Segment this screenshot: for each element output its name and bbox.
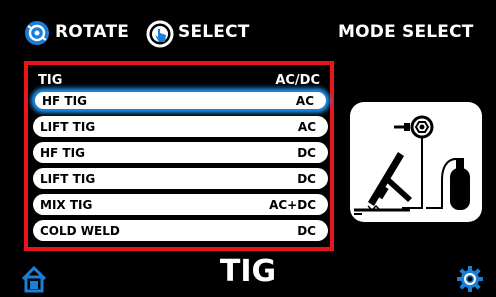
menu-item-label: COLD WELD xyxy=(40,223,120,238)
menu-item-value: DC xyxy=(297,223,316,238)
mode-select-title: MODE SELECT xyxy=(338,22,474,42)
menu-item-cold-weld[interactable]: COLD WELD DC xyxy=(33,220,328,241)
menu-item-value: DC xyxy=(297,171,316,186)
menu-item-value: AC xyxy=(297,119,316,134)
menu-item-label: HF TIG xyxy=(42,93,87,108)
menu-item-label: LIFT TIG xyxy=(40,119,96,134)
menu-item-lift-tig-ac[interactable]: LIFT TIG AC xyxy=(33,116,328,137)
tig-setup-illustration xyxy=(350,102,482,222)
rotate-knob-icon xyxy=(24,20,50,46)
menu-item-value: AC xyxy=(295,93,314,108)
press-knob-icon xyxy=(146,20,174,48)
menu-item-hf-tig-ac[interactable]: HF TIG AC xyxy=(33,90,328,111)
menu-header: TIG AC/DC xyxy=(38,72,320,88)
select-label: SELECT xyxy=(178,22,250,42)
menu-item-label: LIFT TIG xyxy=(40,171,96,186)
menu-header-polarity: AC/DC xyxy=(275,72,320,88)
menu-item-label: MIX TIG xyxy=(40,197,93,212)
mode-menu: TIG AC/DC HF TIG AC LIFT TIG AC HF TIG D… xyxy=(24,61,334,251)
menu-item-label: HF TIG xyxy=(40,145,85,160)
menu-item-hf-tig-dc[interactable]: HF TIG DC xyxy=(33,142,328,163)
menu-item-mix-tig[interactable]: MIX TIG AC+DC xyxy=(33,194,328,215)
menu-item-value: AC+DC xyxy=(269,197,316,212)
mode-title: TIG xyxy=(219,254,277,289)
menu-item-lift-tig-dc[interactable]: LIFT TIG DC xyxy=(33,168,328,189)
menu-header-process: TIG xyxy=(38,72,63,88)
menu-item-value: DC xyxy=(297,145,316,160)
gear-icon[interactable] xyxy=(456,265,484,293)
tig-torch-gas-diagram-icon xyxy=(354,115,470,215)
rotate-label: ROTATE xyxy=(55,22,130,42)
